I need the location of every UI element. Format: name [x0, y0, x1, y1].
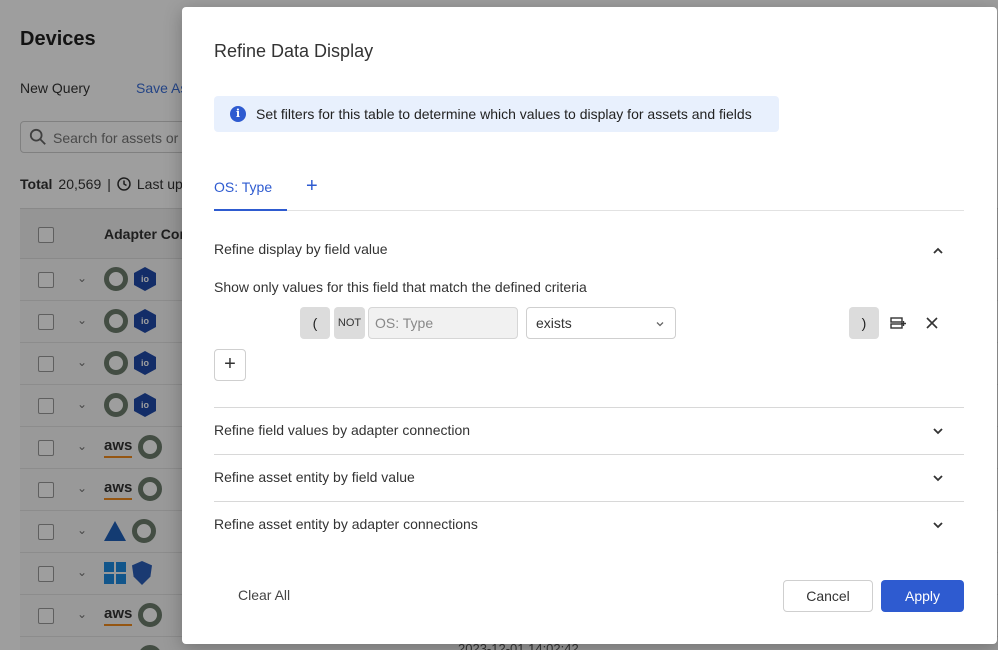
apply-button[interactable]: Apply	[881, 580, 964, 612]
info-text: Set filters for this table to determine …	[256, 106, 752, 122]
section-asset-adapter-connections-title[interactable]: Refine asset entity by adapter connectio…	[214, 516, 478, 532]
open-paren-toggle[interactable]: (	[300, 307, 330, 339]
divider	[214, 454, 964, 455]
divider	[214, 407, 964, 408]
duplicate-row-icon[interactable]	[889, 314, 907, 332]
chevron-down-icon	[656, 322, 664, 327]
section-field-value-title[interactable]: Refine display by field value	[214, 241, 388, 257]
clear-all-button[interactable]: Clear All	[238, 587, 290, 603]
field-select[interactable]: OS: Type	[368, 307, 518, 339]
operator-select[interactable]: exists	[526, 307, 676, 339]
not-toggle[interactable]: NOT	[334, 307, 365, 339]
section-asset-field-value-title[interactable]: Refine asset entity by field value	[214, 469, 415, 485]
close-paren-toggle[interactable]: )	[849, 307, 879, 339]
tab-os-type[interactable]: OS: Type	[214, 179, 287, 211]
expand-chevron-icon[interactable]	[931, 424, 945, 438]
expand-chevron-icon[interactable]	[931, 471, 945, 485]
section-field-value-description: Show only values for this field that mat…	[214, 279, 587, 295]
expand-chevron-icon[interactable]	[931, 518, 945, 532]
collapse-chevron-icon[interactable]	[931, 244, 945, 258]
add-criteria-button[interactable]: +	[214, 349, 246, 381]
section-adapter-connection-title[interactable]: Refine field values by adapter connectio…	[214, 422, 470, 438]
info-icon: i	[230, 106, 246, 122]
cancel-button[interactable]: Cancel	[783, 580, 873, 612]
close-icon[interactable]	[923, 314, 941, 332]
add-tab-button[interactable]: +	[306, 175, 318, 198]
operator-value: exists	[536, 315, 572, 331]
divider	[214, 501, 964, 502]
field-tabs: OS: Type +	[214, 175, 964, 211]
refine-data-display-dialog: Refine Data Display i Set filters for th…	[182, 7, 997, 644]
info-banner: i Set filters for this table to determin…	[214, 96, 779, 132]
dialog-title: Refine Data Display	[214, 41, 374, 61]
